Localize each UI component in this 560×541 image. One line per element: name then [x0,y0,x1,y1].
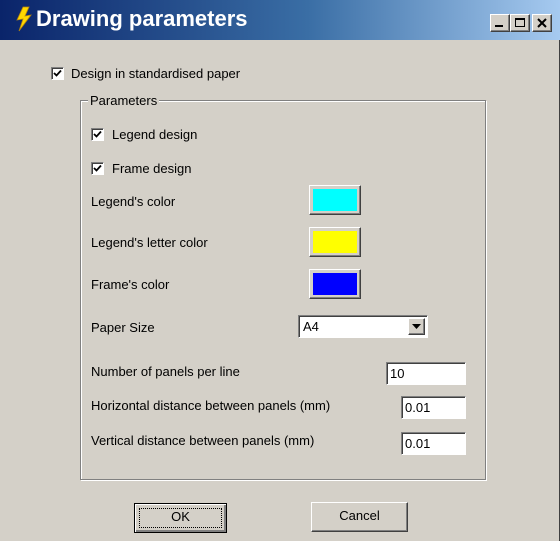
legend-color-label: Legend's color [91,194,176,209]
legend-design-label: Legend design [112,127,198,142]
vertical-distance-input[interactable] [401,432,466,455]
cancel-button[interactable]: Cancel [311,502,408,532]
minimize-button[interactable] [490,14,510,32]
frame-design-checkbox[interactable] [91,162,104,175]
parameters-group-title: Parameters [88,93,160,109]
legend-letter-color-swatch[interactable] [309,227,361,257]
vertical-distance-label: Vertical distance between panels (mm) [91,433,315,448]
frame-color-swatch[interactable] [309,269,361,299]
ok-button-label: OK [171,509,190,524]
title-bar[interactable]: Drawing parameters [0,0,560,40]
paper-size-select[interactable]: A4 [298,315,428,338]
panels-per-line-label: Number of panels per line [91,364,240,379]
dropdown-button[interactable] [408,318,425,335]
maximize-icon [515,18,525,27]
chevron-down-icon [412,324,421,329]
paper-size-value: A4 [303,319,319,334]
legend-letter-color-label: Legend's letter color [91,235,208,250]
close-button[interactable] [532,14,552,32]
minimize-icon [495,25,503,27]
standard-paper-checkbox[interactable] [51,67,64,80]
horizontal-distance-input[interactable] [401,396,466,419]
drawing-parameters-dialog: Drawing parameters Design in standardise… [0,0,560,541]
legend-color-swatch[interactable] [309,185,361,215]
horizontal-distance-label: Horizontal distance between panels (mm) [91,398,331,413]
standard-paper-label: Design in standardised paper [71,66,241,81]
lightning-icon [14,6,34,32]
checkmark-icon [53,69,62,77]
checkmark-icon [93,164,102,172]
cancel-button-label: Cancel [339,508,380,523]
frame-design-label: Frame design [112,161,192,176]
frame-color-label: Frame's color [91,277,170,292]
legend-design-checkbox[interactable] [91,128,104,141]
panels-per-line-input[interactable] [386,362,466,385]
ok-button[interactable]: OK [134,503,227,533]
window-title: Drawing parameters [36,6,248,31]
maximize-button[interactable] [510,14,530,32]
paper-size-label: Paper Size [91,320,155,335]
close-icon [537,18,547,28]
checkmark-icon [93,130,102,138]
